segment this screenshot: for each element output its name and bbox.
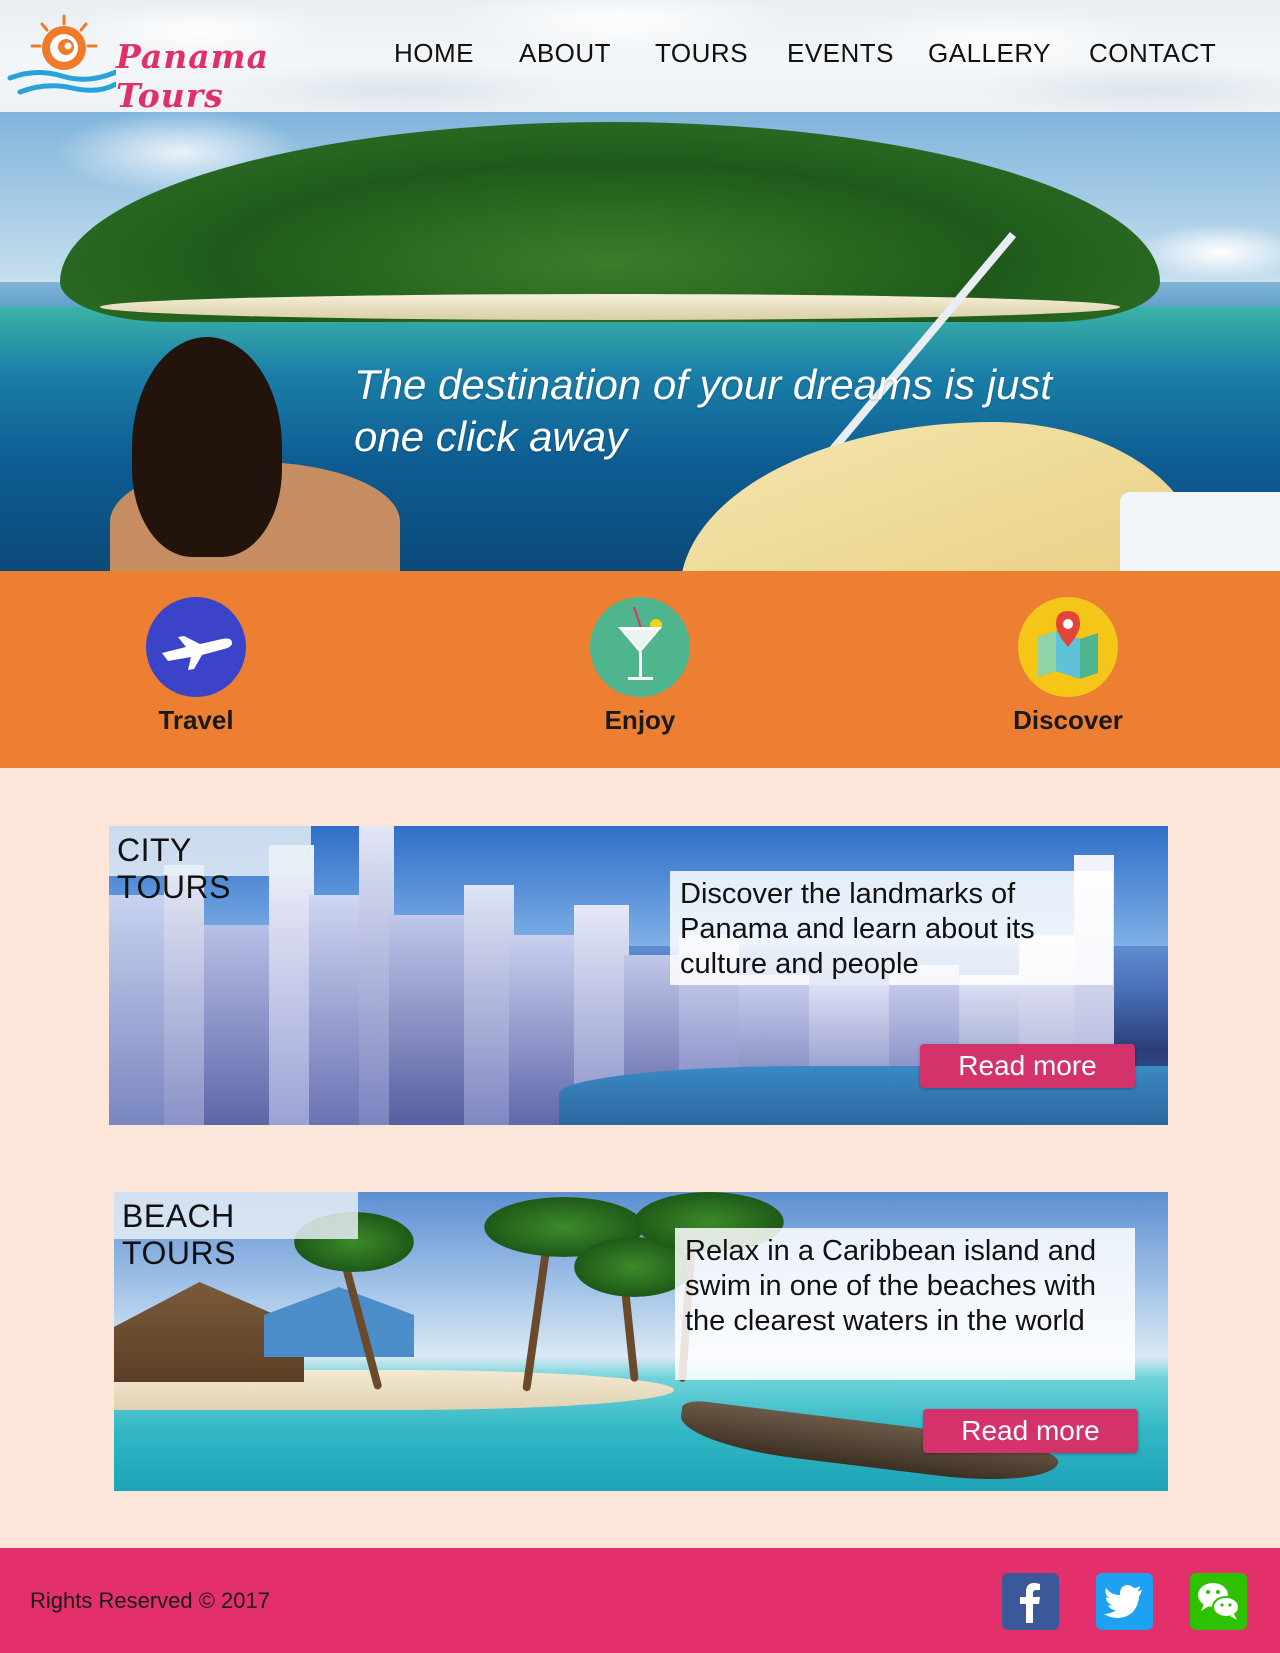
features-strip: Travel Enjoy Discover — [0, 571, 1280, 768]
feature-label-travel: Travel — [158, 705, 234, 735]
hero-banner: The destination of your dreams is just o… — [0, 112, 1280, 571]
feature-discover[interactable]: Discover — [978, 597, 1158, 736]
tour-card-beach: BEACH TOURS Relax in a Caribbean island … — [114, 1192, 1168, 1491]
feature-enjoy[interactable]: Enjoy — [550, 597, 730, 736]
city-building — [389, 915, 469, 1125]
tour-card-city: CITY TOURS Discover the landmarks of Pan… — [109, 826, 1168, 1125]
airplane-icon — [146, 597, 246, 697]
twitter-icon[interactable] — [1096, 1573, 1153, 1630]
city-building — [204, 925, 274, 1125]
city-building — [269, 845, 314, 1125]
nav-item-events[interactable]: EVENTS — [787, 38, 894, 69]
hero-woman-hair — [132, 337, 282, 557]
hero-tagline: The destination of your dreams is just o… — [354, 361, 1053, 460]
nav-item-gallery[interactable]: GALLERY — [928, 38, 1051, 69]
beach-hut-blue-roof — [264, 1287, 414, 1357]
feature-label-discover: Discover — [1013, 705, 1123, 735]
tour-card-description: Relax in a Caribbean island and swim in … — [675, 1228, 1135, 1380]
hero-boat-deck — [1120, 492, 1280, 571]
nav-item-contact[interactable]: CONTACT — [1089, 38, 1216, 69]
copyright-text: Rights Reserved © 2017 — [30, 1588, 271, 1613]
nav-item-about[interactable]: ABOUT — [519, 38, 611, 69]
tour-card-title: BEACH TOURS — [114, 1192, 358, 1271]
read-more-button[interactable]: Read more — [923, 1409, 1138, 1453]
site-footer: Rights Reserved © 2017 — [0, 1548, 1280, 1653]
facebook-icon[interactable] — [1002, 1573, 1059, 1630]
hero-island-beach — [100, 294, 1120, 320]
city-building — [464, 885, 514, 1125]
site-header: Panama Tours HOME ABOUT TOURS EVENTS GAL… — [0, 0, 1280, 115]
tour-card-description: Discover the landmarks of Panama and lea… — [670, 871, 1113, 985]
cocktail-icon — [590, 597, 690, 697]
map-pin-icon — [1018, 597, 1118, 697]
read-more-button[interactable]: Read more — [920, 1044, 1135, 1088]
feature-label-enjoy: Enjoy — [604, 705, 676, 735]
wechat-icon[interactable] — [1190, 1573, 1247, 1630]
tour-card-title: CITY TOURS — [109, 826, 311, 905]
nav-item-tours[interactable]: TOURS — [655, 38, 748, 69]
city-building — [109, 895, 169, 1125]
nav-item-home[interactable]: HOME — [394, 38, 474, 69]
main-nav: HOME ABOUT TOURS EVENTS GALLERY CONTACT — [0, 38, 1280, 74]
feature-travel[interactable]: Travel — [106, 597, 286, 736]
